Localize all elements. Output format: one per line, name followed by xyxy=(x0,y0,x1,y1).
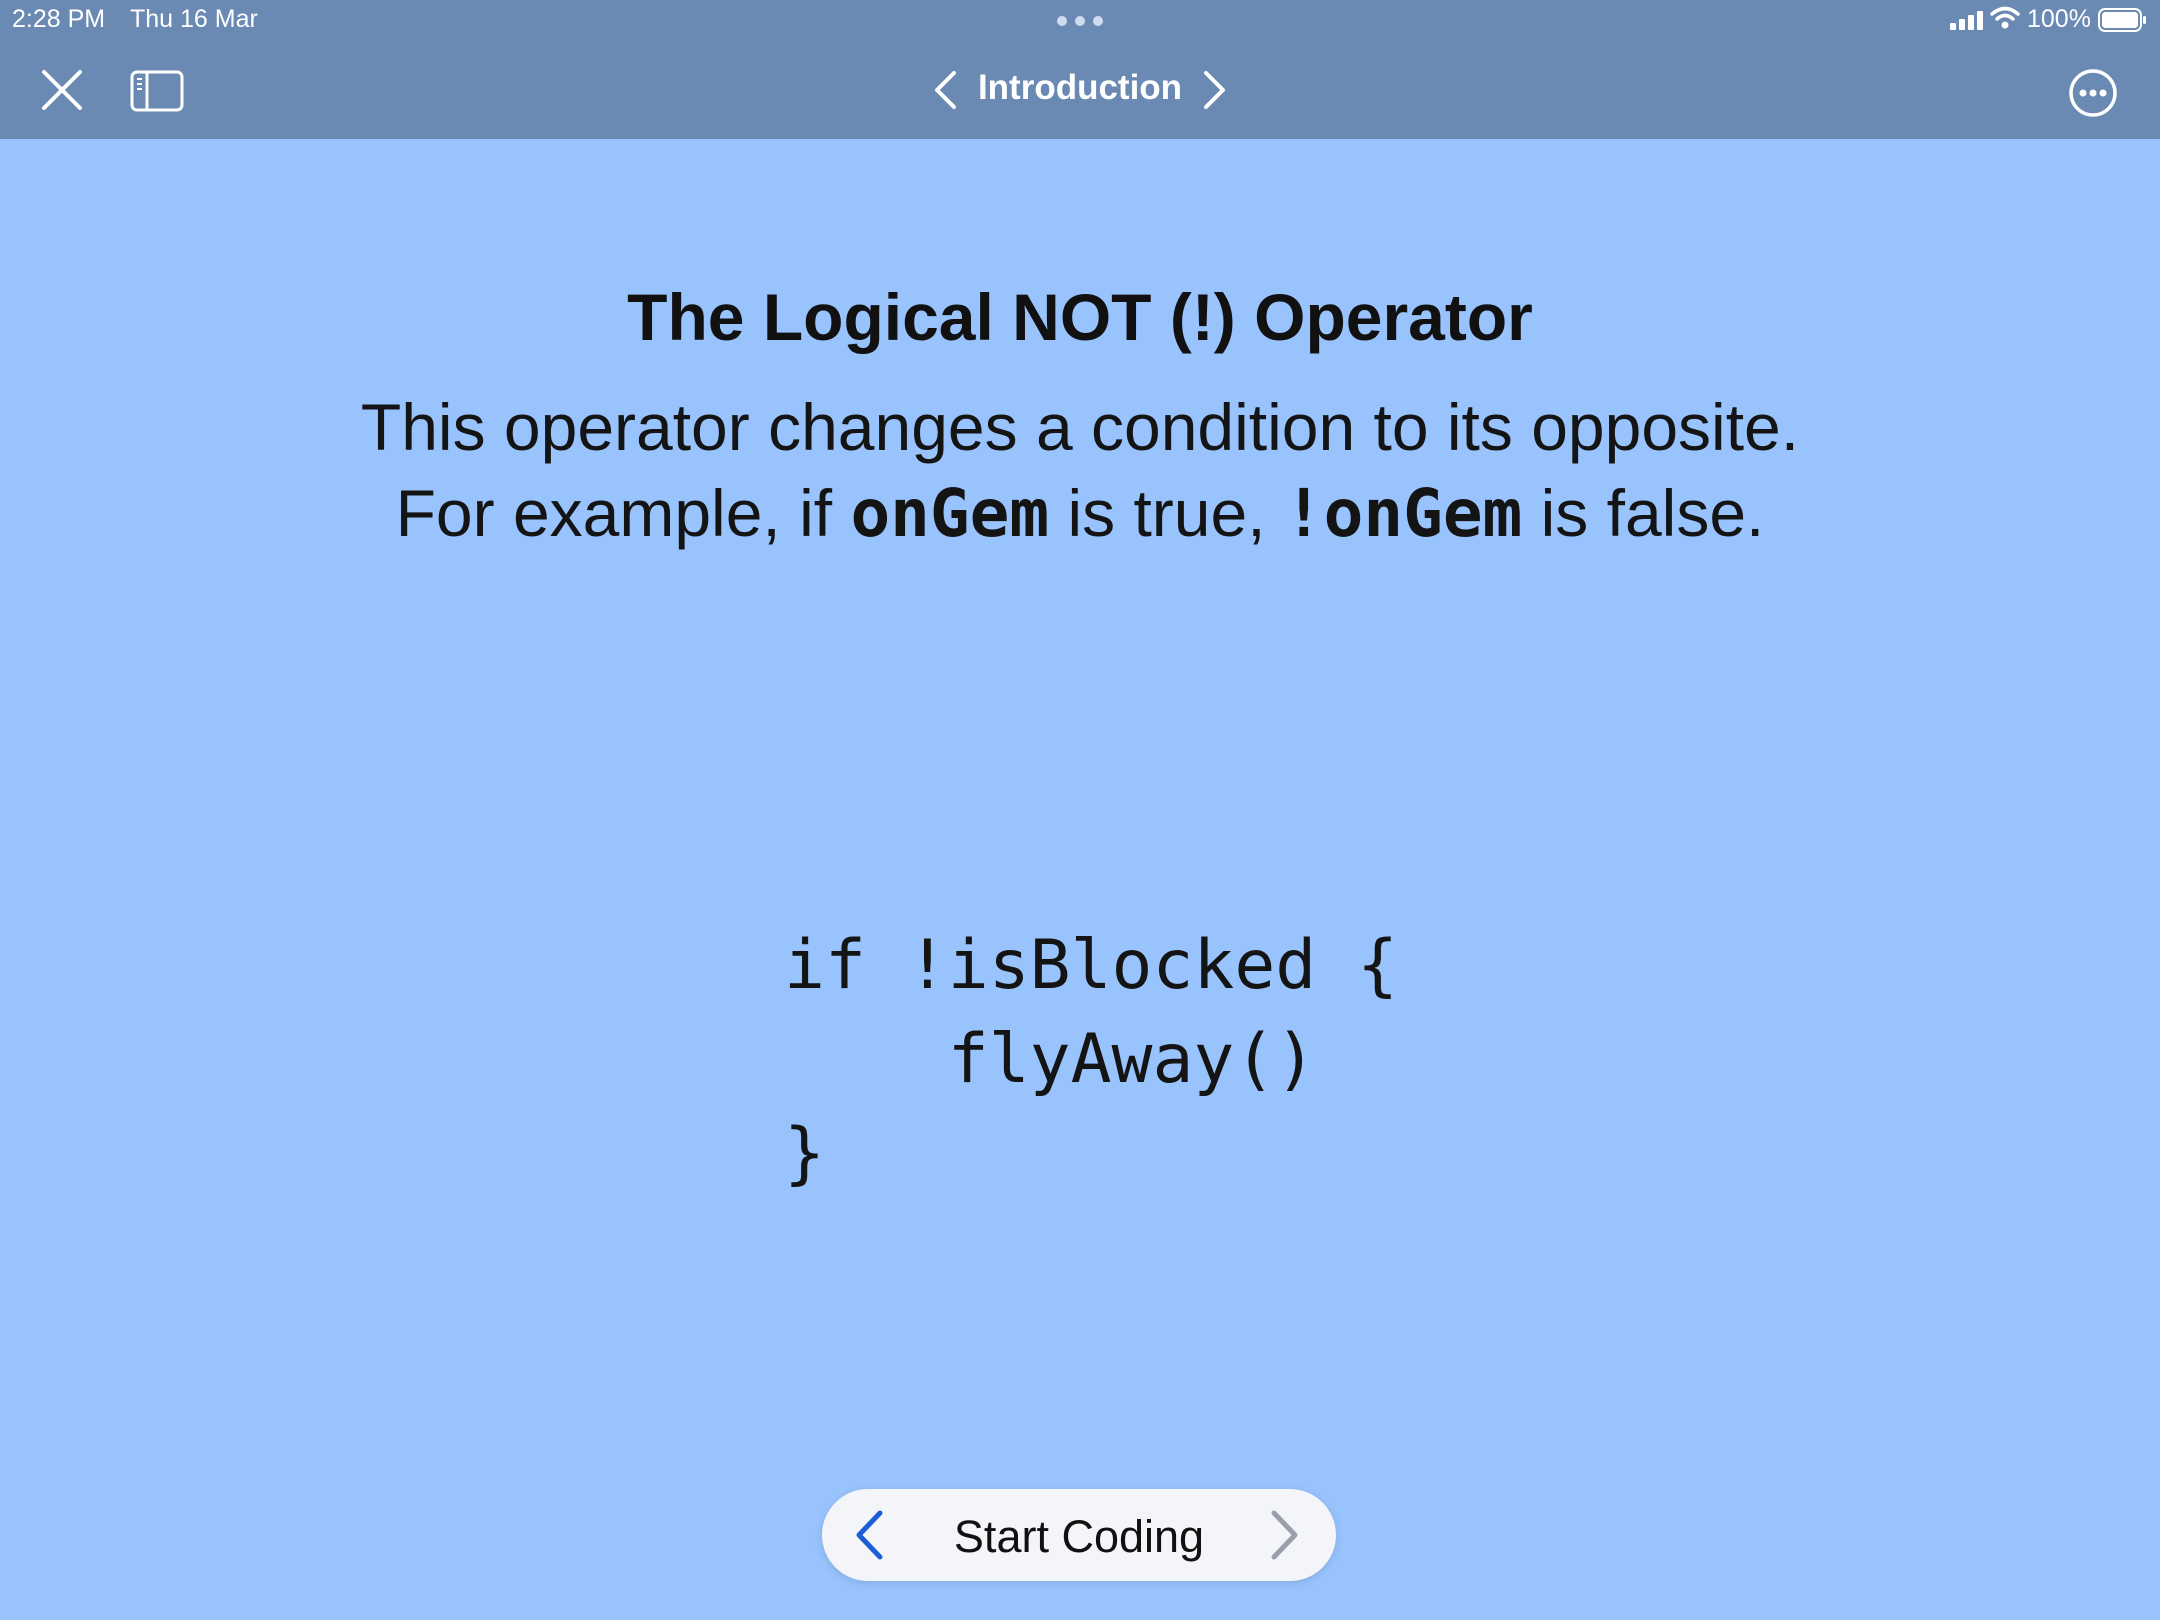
close-icon xyxy=(42,70,82,110)
code-line: if !isBlocked { xyxy=(784,926,1399,1005)
lesson-heading: The Logical NOT (!) Operator xyxy=(627,280,1533,354)
next-step-button[interactable] xyxy=(1268,1509,1302,1566)
ellipsis-circle-icon xyxy=(2069,69,2117,117)
previous-step-button[interactable] xyxy=(852,1509,886,1566)
description-text: For example, if xyxy=(395,476,851,550)
lesson-description: This operator changes a condition to its… xyxy=(0,384,2160,557)
sidebar-toggle-button[interactable] xyxy=(130,70,184,117)
inline-code-not-ongem: !onGem xyxy=(1283,475,1523,552)
navigation-bar: 2:28 PM Thu 16 Mar 100% Introduction xyxy=(0,0,2160,139)
description-line-1: This operator changes a condition to its… xyxy=(360,390,1800,464)
code-example: if !isBlocked { flyAway()} xyxy=(784,919,1398,1201)
description-text: is false. xyxy=(1522,476,1765,550)
chevron-right-icon xyxy=(1204,71,1225,109)
battery-icon xyxy=(2098,8,2146,32)
description-line-2: For example, if onGem is true, !onGem is… xyxy=(0,470,2160,557)
chevron-left-icon xyxy=(856,1510,883,1560)
battery-percentage: 100% xyxy=(2027,5,2091,33)
start-coding-button[interactable]: Start Coding xyxy=(892,1511,1266,1563)
description-text: is true, xyxy=(1049,476,1284,550)
close-button[interactable] xyxy=(40,68,84,117)
lesson-content: The Logical NOT (!) Operator This operat… xyxy=(0,139,2160,1620)
wifi-icon xyxy=(1990,6,2020,29)
status-date: Thu 16 Mar xyxy=(130,5,258,33)
page-navigator: Introduction xyxy=(920,62,1240,118)
status-time: 2:28 PM xyxy=(12,5,106,33)
sidebar-icon xyxy=(130,70,184,112)
multitasking-dots-icon[interactable] xyxy=(1057,16,1103,26)
code-line: } xyxy=(784,1114,825,1193)
cellular-signal-icon xyxy=(1950,11,1983,30)
more-options-button[interactable] xyxy=(2068,68,2118,123)
code-line: flyAway() xyxy=(784,1020,1317,1099)
page-title: Introduction xyxy=(977,68,1183,107)
page-navigation-pill: Start Coding xyxy=(822,1489,1336,1581)
next-page-button[interactable] xyxy=(1202,70,1228,115)
inline-code-ongem: onGem xyxy=(850,475,1050,552)
chevron-right-icon xyxy=(1271,1510,1298,1560)
